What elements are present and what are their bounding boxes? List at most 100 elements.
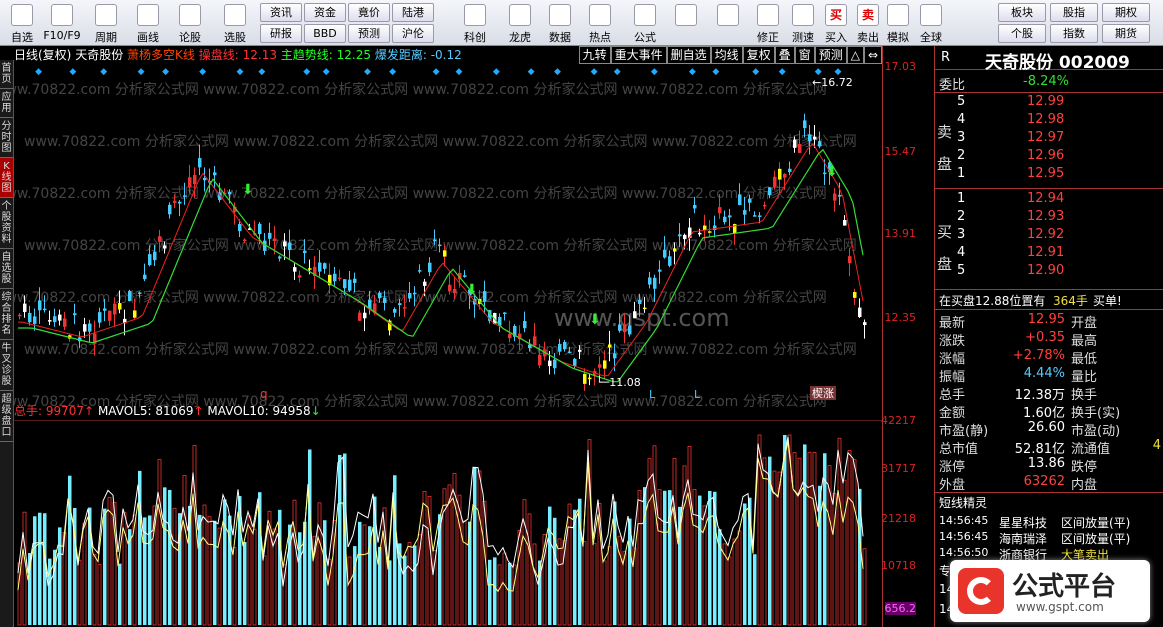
chart-tool-8[interactable]: △ bbox=[846, 46, 864, 64]
toolbar-btn-formula[interactable]: 公式 bbox=[625, 2, 665, 44]
grid-btn-1-3[interactable]: 沪伦 bbox=[392, 24, 434, 43]
signal-marker: ◆ bbox=[323, 67, 330, 77]
bid-price[interactable]: 12.93 bbox=[1027, 209, 1064, 224]
candle-body bbox=[38, 300, 42, 311]
candle-body bbox=[853, 292, 857, 298]
grid-btn-0-1[interactable]: 资金 bbox=[304, 3, 346, 22]
grid2-btn-0-0[interactable]: 板块 bbox=[998, 3, 1046, 22]
toolbar-btn-buy[interactable]: 买买入 bbox=[820, 2, 852, 44]
toolbar-btn-fix[interactable]: 修正 bbox=[752, 2, 784, 44]
toolbar-btn-simulate[interactable]: 模拟 bbox=[882, 2, 914, 44]
left-tab-5[interactable]: 自选股 bbox=[0, 249, 13, 289]
weibi-value: -8.24% bbox=[1023, 74, 1069, 89]
bid-level: 5 bbox=[957, 263, 966, 278]
toolbar-btn-globe[interactable]: 全球 bbox=[915, 2, 947, 44]
grid-btn-1-2[interactable]: 预测 bbox=[348, 24, 390, 43]
grid2-btn-1-1[interactable]: 指数 bbox=[1050, 24, 1098, 43]
toolbar: 自选 F10/F9 周期 画线 论股 选股 资讯 资金 竟价 陆港研报 BBD 预测 沪伦 科创 龙虎 数据 热… bbox=[0, 0, 1163, 46]
toolbar-btn-pen[interactable]: 画线 bbox=[128, 2, 168, 44]
candle-body bbox=[28, 312, 32, 323]
candle-body bbox=[108, 310, 112, 321]
candle-body bbox=[598, 364, 602, 368]
chart-tool-2[interactable]: 删自选 bbox=[666, 46, 711, 64]
left-tab-3[interactable]: K线图 bbox=[0, 158, 13, 198]
bid-price[interactable]: 12.90 bbox=[1027, 263, 1064, 278]
candle-body bbox=[383, 297, 387, 304]
toolbar-btn-clock[interactable]: 周期 bbox=[86, 2, 126, 44]
chart-tool-7[interactable]: 预测 bbox=[814, 46, 847, 64]
toolbar-btn-sell[interactable]: 卖卖出 bbox=[852, 2, 884, 44]
candle-body bbox=[773, 176, 777, 187]
elf-time: 14:56:45 bbox=[939, 530, 989, 543]
toolbar-btn-kechuang[interactable]: 科创 bbox=[455, 2, 495, 44]
bid-price[interactable]: 12.91 bbox=[1027, 245, 1064, 260]
left-tab-4[interactable]: 个股资料 bbox=[0, 198, 13, 249]
left-tab-0[interactable]: 首页 bbox=[0, 60, 13, 89]
bid-price[interactable]: 12.94 bbox=[1027, 191, 1064, 206]
signal-marker: ◆ bbox=[752, 67, 759, 77]
grid-btn-0-0[interactable]: 资讯 bbox=[260, 3, 302, 22]
volume-bar bbox=[657, 489, 662, 626]
chart-tool-0[interactable]: 九转 bbox=[578, 46, 611, 64]
chart-tool-3[interactable]: 均线 bbox=[710, 46, 743, 64]
volume-bar bbox=[38, 512, 42, 625]
grid2-btn-1-2[interactable]: 期货 bbox=[1102, 24, 1150, 43]
grid-btn-0-2[interactable]: 竟价 bbox=[348, 3, 390, 22]
ask-price[interactable]: 12.96 bbox=[1027, 148, 1064, 163]
mavol10-label: MAVOL10: 94958 bbox=[207, 404, 311, 418]
left-tab-6[interactable]: 综合排名 bbox=[0, 289, 13, 340]
chart-tool-1[interactable]: 重大事件 bbox=[610, 46, 667, 64]
toolbar-btn-chart[interactable]: 选股 bbox=[215, 2, 255, 44]
candle-body bbox=[143, 274, 147, 280]
fix-icon bbox=[757, 4, 779, 26]
candle-body bbox=[378, 292, 382, 299]
grid-btn-1-1[interactable]: BBD bbox=[304, 24, 346, 43]
volume-chart[interactable] bbox=[14, 420, 882, 627]
volume-bar bbox=[192, 445, 197, 626]
grid2-btn-0-2[interactable]: 期权 bbox=[1102, 3, 1150, 22]
toolbar-btn-speed[interactable]: 测速 bbox=[787, 2, 819, 44]
chart-tool-9[interactable]: ⇔ bbox=[863, 46, 882, 64]
grid-btn-0-3[interactable]: 陆港 bbox=[392, 3, 434, 22]
stat-label: 涨跌 bbox=[939, 334, 966, 349]
candle-body bbox=[843, 219, 847, 226]
grid2-btn-0-1[interactable]: 股指 bbox=[1050, 3, 1098, 22]
elf-title: 短线精灵 bbox=[939, 496, 988, 510]
toolbar-btn-label: 卖出 bbox=[857, 31, 879, 44]
grid2-btn-1-0[interactable]: 个股 bbox=[998, 24, 1046, 43]
ask-price[interactable]: 12.98 bbox=[1027, 112, 1064, 127]
elf-stock[interactable]: 海南瑞泽 bbox=[999, 530, 1047, 547]
volume-bar bbox=[497, 564, 502, 626]
volume-bar bbox=[232, 547, 237, 626]
candle-body bbox=[558, 343, 562, 352]
toolbar-btn-f10[interactable]: F10/F9 bbox=[42, 2, 82, 44]
toolbar-btn-hot[interactable]: 热点 bbox=[580, 2, 620, 44]
chart-tool-6[interactable]: 窗 bbox=[794, 46, 815, 64]
left-tab-7[interactable]: 牛叉诊股 bbox=[0, 340, 13, 391]
toolbar-btn-layout[interactable] bbox=[670, 2, 702, 44]
toolbar-btn-back-arrow[interactable] bbox=[712, 2, 744, 44]
ask-price[interactable]: 12.95 bbox=[1027, 166, 1064, 181]
ask-price[interactable]: 12.99 bbox=[1027, 94, 1064, 109]
quote-panel: R 天奇股份 002009 委比 -8.24% 卖盘 5 12.99 4 12.98 3 12.97… bbox=[934, 46, 1163, 627]
ask-price[interactable]: 12.97 bbox=[1027, 130, 1064, 145]
bid-price[interactable]: 12.92 bbox=[1027, 227, 1064, 242]
chart-tool-4[interactable]: 复权 bbox=[742, 46, 775, 64]
toolbar-btn-pe[interactable]: 数据 bbox=[540, 2, 580, 44]
candle-body bbox=[23, 303, 27, 312]
kline-chart[interactable]: www.70822.com 分析家公式网 www.70822.com 分析家公式… bbox=[14, 64, 882, 416]
elf-stock[interactable]: 星星科技 bbox=[999, 514, 1047, 531]
candle-body bbox=[708, 231, 712, 233]
volume-bar bbox=[803, 444, 807, 625]
toolbar-btn-heart[interactable]: 自选 bbox=[2, 2, 42, 44]
candle-body bbox=[403, 307, 407, 309]
chart-area[interactable]: 日线(复权) 天奇股份 萧杨多空K线 操盘线: 12.13 主趋势线: 12.2… bbox=[14, 46, 882, 627]
toolbar-btn-dragon[interactable]: 龙虎 bbox=[500, 2, 540, 44]
chart-tool-5[interactable]: 叠 bbox=[774, 46, 795, 64]
watermark-text: www.70822.com 分析家公式网 www.70822.com 分析家公式… bbox=[14, 81, 827, 98]
left-tab-2[interactable]: 分时图 bbox=[0, 118, 13, 158]
left-tab-8[interactable]: 超级盘口 bbox=[0, 391, 13, 442]
toolbar-btn-discuss[interactable]: 论股 bbox=[170, 2, 210, 44]
left-tab-1[interactable]: 应用 bbox=[0, 89, 13, 118]
grid-btn-1-0[interactable]: 研报 bbox=[260, 24, 302, 43]
